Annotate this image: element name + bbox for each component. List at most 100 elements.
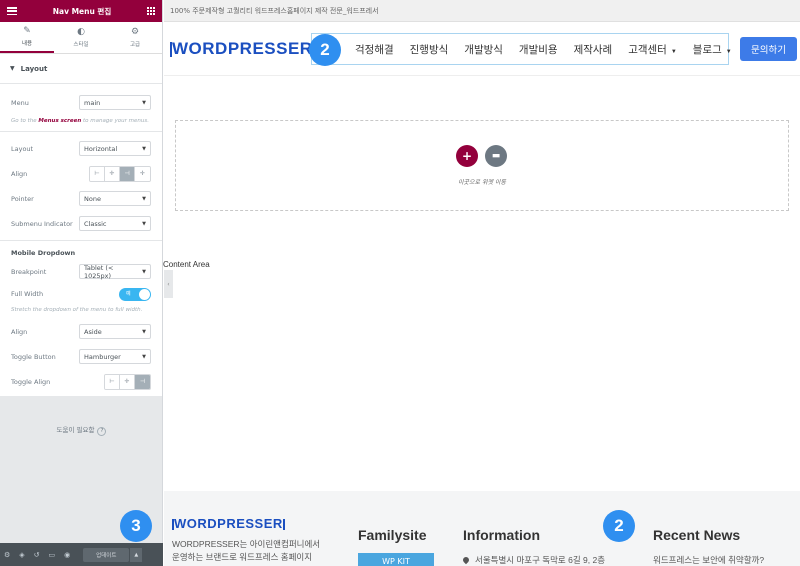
menu-note: Go to the Menus screen to manage your me… [0,115,162,127]
content-area-label: Content Area [163,260,210,269]
update-options-caret-icon[interactable]: ▲ [130,547,143,562]
footer-information-title: Information [463,527,540,543]
toggle-button-value: Hamburger [84,352,121,361]
full-width-label: Full Width [11,290,44,298]
align-left-icon[interactable]: ⊢ [90,166,105,181]
help-link[interactable]: 도움이 필요함? [0,424,163,436]
nav-item-support[interactable]: 고객센터 ▼ [628,42,677,57]
align2-select[interactable]: Aside ▼ [79,324,151,339]
page-title: 100% 주문제작형 고퀄리티 워드프레스홈페이지 제작 전문_워드프레서 [170,6,379,15]
nav-item-portfolio[interactable]: 제작사례 [574,42,613,57]
nav-item-worry[interactable]: 걱정해결 [355,42,394,57]
breakpoint-select[interactable]: Tablet (< 1025px) ▼ [79,264,151,280]
pointer-select-value: None [84,194,101,203]
widget-drop-zone[interactable]: + ▬ 이곳으로 위젯 이동 [175,120,789,211]
drop-zone-text: 이곳으로 위젯 이동 [458,179,506,186]
align-center-icon[interactable]: ✛ [120,374,135,389]
wp-kit-button[interactable]: WP KIT [358,553,434,566]
footer-news-item[interactable]: 워드프레스는 보안에 취약할까? [653,554,764,566]
footer-address: 서울특별시 마포구 독막로 6길 9, 2층 [461,554,606,566]
template-folder-icon[interactable]: ▬ [485,145,507,167]
update-button[interactable]: 업데이트 [83,547,130,562]
full-width-toggle[interactable]: 예 [119,287,151,301]
chevron-down-icon: ▼ [142,353,146,360]
nav-item-support-label: 고객센터 [628,43,667,56]
footer-address-text: 서울특별시 마포구 독막로 6길 9, 2층 [475,555,606,565]
pencil-icon: ✎ [23,25,31,36]
toggle-align-control: Toggle Align ⊢ ✛ ⊣ [0,369,162,394]
chevron-down-icon: ▼ [142,145,146,152]
align-center-icon[interactable]: ✛ [105,166,120,181]
menu-label: Menu [11,98,29,107]
history-icon[interactable]: ↺ [34,551,40,559]
toggle-align-button-group: ⊢ ✛ ⊣ [104,373,151,390]
hamburger-menu-icon[interactable] [7,7,17,15]
footer-recent-news-title: Recent News [653,527,741,543]
align-right-icon[interactable]: ⊣ [135,374,150,389]
editor-panel: Nav Menu 편집 ✎ 내용 ◐ 스타일 ⚙ 고급 ▼ Layout Men… [0,0,163,566]
panel-header: Nav Menu 편집 [0,0,162,22]
chevron-down-icon: ▼ [142,328,146,335]
panel-title: Nav Menu 편집 [52,6,112,16]
toggle-button-control: Toggle Button Hamburger ▼ [0,344,162,369]
tab-style-label: 스타일 [73,41,89,48]
align-label: Align [11,169,28,178]
align-right-icon[interactable]: ⊣ [120,166,135,181]
menu-select[interactable]: main ▼ [79,95,151,110]
align2-control: Align Aside ▼ [0,319,162,344]
collapse-panel-chevron-icon[interactable]: ‹ [164,270,173,298]
question-icon: ? [97,427,107,436]
align-left-icon[interactable]: ⊢ [105,374,120,389]
add-section-plus-icon[interactable]: + [456,145,478,167]
caret-down-icon: ▼ [725,48,732,55]
preview-eye-icon[interactable]: ◉ [64,551,70,559]
menu-note-pre: Go to the [11,118,39,124]
submenu-indicator-control: Submenu Indicator Classic ▼ [0,211,162,236]
drop-zone-buttons: + ▬ [456,145,507,167]
align-justify-icon[interactable]: ✛ [135,166,150,181]
responsive-monitor-icon[interactable]: ▭ [49,551,56,559]
chevron-down-icon: ▼ [142,195,146,202]
menus-screen-link[interactable]: Menus screen [38,118,81,124]
step-badge: 2 [603,510,635,542]
tab-advanced-label: 고급 [129,41,141,48]
toggle-button-select[interactable]: Hamburger ▼ [79,349,151,364]
tab-advanced[interactable]: ⚙ 고급 [108,22,162,53]
nav-item-blog[interactable]: 블로그 ▼ [693,42,732,57]
caret-down-icon: ▼ [10,65,15,72]
layout-label: Layout [11,144,34,153]
panel-controls: ▼ Layout Menu main ▼ Go to the Menus scre… [0,54,162,396]
nav-item-dev-method[interactable]: 개발방식 [464,42,503,57]
footer-familysite-title: Familysite [358,527,427,543]
layout-section-toggle[interactable]: ▼ Layout [0,54,162,84]
footer-logo[interactable]: WORDPRESSER [172,516,285,531]
pointer-control: Pointer None ▼ [0,186,162,211]
tab-style[interactable]: ◐ 스타일 [54,22,108,53]
toggle-align-label: Toggle Align [11,377,51,386]
caret-down-icon: ▼ [670,48,677,55]
nav-item-process[interactable]: 진행방식 [410,42,449,57]
pointer-select[interactable]: None ▼ [79,191,151,206]
site-footer: WORDPRESSER WORDPRESSER는 아이린앤컴퍼니에서 운영하는 … [164,491,800,566]
menu-note-post: to manage your menus. [81,118,149,124]
pointer-label: Pointer [11,194,34,203]
half-circle-icon: ◐ [77,26,85,37]
menu-control: Menu main ▼ [0,90,162,115]
layout-select-value: Horizontal [84,144,118,153]
mobile-dropdown-heading: Mobile Dropdown [11,249,76,257]
nav-item-dev-cost[interactable]: 개발비용 [519,42,558,57]
nav-menu-widget[interactable]: 걱정해결 진행방식 개발방식 개발비용 제작사례 고객센터 ▼ 블로그 ▼ [311,33,732,65]
layers-icon[interactable]: ◈ [19,551,24,559]
contact-button[interactable]: 문의하기 [740,37,797,61]
nav-item-blog-label: 블로그 [692,43,722,56]
chevron-down-icon: ▼ [142,99,146,106]
chevron-down-icon: ▼ [142,220,146,227]
widgets-grid-icon[interactable] [146,7,155,15]
panel-tabs: ✎ 내용 ◐ 스타일 ⚙ 고급 [0,22,162,54]
layout-select[interactable]: Horizontal ▼ [79,141,151,156]
section-title: Layout [20,64,48,73]
submenu-indicator-select[interactable]: Classic ▼ [79,216,151,231]
site-logo[interactable]: WORDPRESSER [170,39,315,59]
settings-gear-icon[interactable]: ⚙ [4,551,10,559]
tab-content[interactable]: ✎ 내용 [0,22,54,53]
